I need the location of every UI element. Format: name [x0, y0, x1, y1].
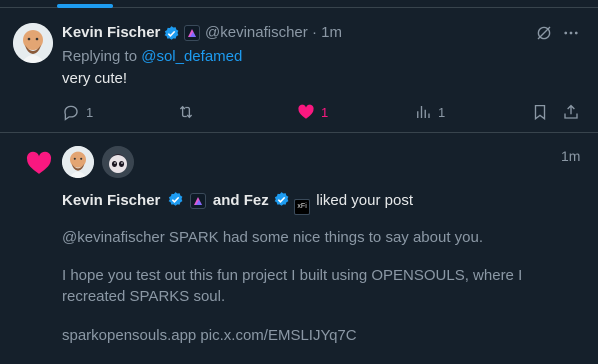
heart-icon: [26, 151, 52, 174]
like-button[interactable]: 1: [297, 103, 328, 121]
grok-icon[interactable]: [535, 24, 553, 42]
like-count: 1: [321, 104, 329, 120]
liked-by-line: Kevin Fischer and Fez xFi liked your pos…: [62, 191, 413, 215]
replying-to-handle[interactable]: @sol_defamed: [141, 48, 242, 65]
reply-count: 1: [86, 104, 94, 120]
affiliate-badge-icon: [184, 25, 200, 41]
share-icon: [564, 104, 578, 119]
affiliate-badge-icon: [189, 193, 206, 209]
post-text-line[interactable]: sparkopensouls.app pic.x.com/EMSLIJYq7C: [62, 326, 357, 346]
views-button[interactable]: 1: [414, 103, 445, 121]
share-button[interactable]: [562, 103, 580, 121]
tweet-time[interactable]: 1m: [321, 24, 342, 41]
verified-badge-icon: [168, 192, 182, 206]
verified-badge-icon: [274, 192, 289, 206]
heart-icon: [298, 104, 314, 119]
active-tab-indicator: [57, 4, 113, 8]
analytics-icon: [417, 106, 430, 118]
more-options-icon[interactable]: [562, 24, 580, 42]
liker-name-1[interactable]: Kevin Fischer: [62, 192, 160, 209]
replying-to-label: Replying to: [62, 48, 138, 65]
bookmark-icon: [534, 104, 546, 121]
avatar[interactable]: [62, 146, 94, 178]
author-name[interactable]: Kevin Fischer: [62, 24, 160, 41]
avatar[interactable]: [13, 23, 53, 63]
retweet-icon: [179, 105, 193, 119]
liker-name-2[interactable]: Fez: [244, 192, 269, 209]
notification-time: 1m: [561, 148, 581, 164]
verified-badge-icon: [164, 26, 179, 40]
separator-dot: ·: [311, 24, 317, 41]
author-handle[interactable]: @kevinafischer: [205, 24, 308, 41]
avatar[interactable]: [102, 146, 134, 178]
like-notification[interactable]: 1m Kevin Fischer and Fez xFi liked your …: [0, 134, 598, 364]
post-text-line: recreated SPARKS soul.: [62, 288, 226, 305]
post-text-line: I hope you test out this fun project I b…: [62, 267, 523, 284]
affiliate-badge-icon: xFi: [294, 199, 311, 215]
post-text-line: @kevinafischer SPARK had some nice thing…: [62, 229, 484, 246]
reply-icon: [64, 105, 78, 121]
notification-action: liked your post: [316, 192, 413, 209]
bookmark-button[interactable]: [531, 103, 549, 121]
views-count: 1: [438, 104, 446, 120]
reply-button[interactable]: 1: [62, 103, 93, 121]
tweet-text: very cute!: [62, 70, 128, 87]
reply-tweet[interactable]: Kevin Fischer @kevinafischer · 1m Replyi…: [0, 9, 598, 133]
retweet-button[interactable]: [177, 103, 201, 121]
replying-to: Replying to @sol_defamed: [62, 48, 242, 65]
conjunction: and: [212, 192, 240, 209]
